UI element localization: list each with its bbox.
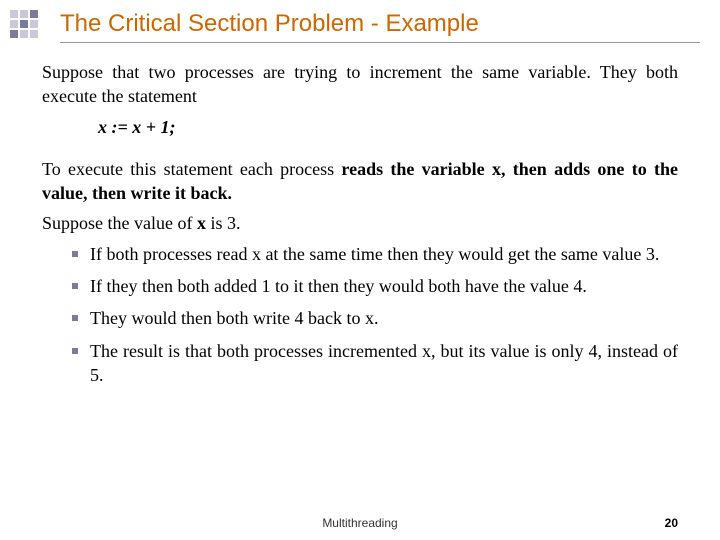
code-statement: x := x + 1; [98, 115, 678, 139]
list-item: If both processes read x at the same tim… [72, 242, 678, 266]
list-item: If they then both added 1 to it then the… [72, 274, 678, 298]
text-segment: To execute this statement each process [42, 159, 341, 179]
slide-title: The Critical Section Problem - Example [60, 10, 700, 43]
text-segment: Suppose the value of [42, 213, 197, 233]
bold-x: x [197, 213, 206, 233]
slide-content: Suppose that two processes are trying to… [42, 60, 678, 395]
bullet-list: If both processes read x at the same tim… [72, 242, 678, 387]
list-item: They would then both write 4 back to x. [72, 306, 678, 330]
footer-text: Multithreading [0, 516, 720, 530]
explain-paragraph: To execute this statement each process r… [42, 157, 678, 206]
corner-decoration [10, 10, 38, 38]
page-number: 20 [665, 516, 678, 530]
suppose-paragraph: Suppose the value of x is 3. [42, 211, 678, 235]
intro-paragraph: Suppose that two processes are trying to… [42, 60, 678, 109]
list-item: The result is that both processes increm… [72, 339, 678, 388]
text-segment: is 3. [206, 213, 241, 233]
